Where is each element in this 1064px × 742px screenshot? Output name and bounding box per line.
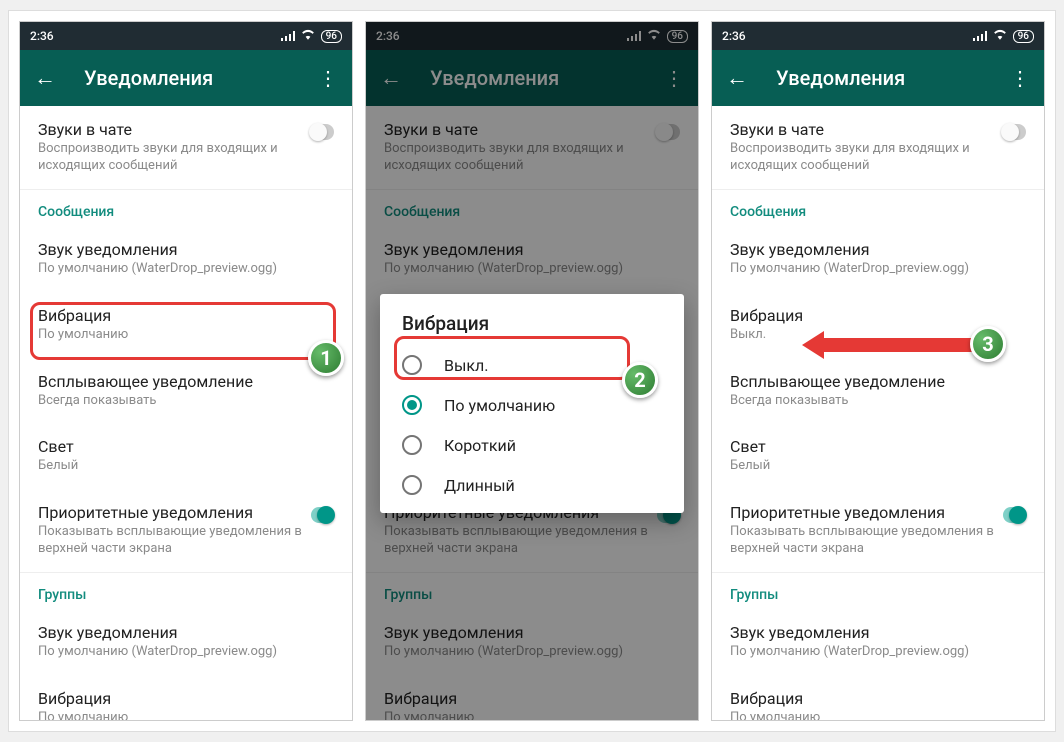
priority-toggle[interactable] [311,507,334,523]
option-default[interactable]: По умолчанию [380,385,684,425]
priority-toggle[interactable] [1003,507,1026,523]
section-messages: Сообщения [712,190,1044,226]
notification-sound-row[interactable]: Звук уведомления По умолчанию (WaterDrop… [20,226,352,292]
screen-2: 2:36 96 ← Уведомления ⋮ Звуки в чате Вос… [365,21,699,721]
status-bar: 2:36 96 [20,22,352,50]
settings-list: Звуки в чате Воспроизводить звуки для вх… [20,106,352,720]
group-sound-row[interactable]: Звук уведомления По умолчанию (WaterDrop… [712,609,1044,675]
signal-icon [281,31,295,41]
chat-sounds-desc: Воспроизводить звуки для входящих и исхо… [38,141,310,175]
back-icon[interactable]: ← [726,65,748,91]
page-title: Уведомления [84,66,290,90]
app-bar: ← Уведомления ⋮ [712,50,1044,106]
notification-sound-row[interactable]: Звук уведомления По умолчанию (WaterDrop… [712,226,1044,292]
dialog-title: Вибрация [380,312,684,345]
page-title: Уведомления [776,66,982,90]
vibration-row[interactable]: Вибрация Выкл. [712,292,1044,358]
chat-sounds-row[interactable]: Звуки в чате Воспроизводить звуки для вх… [20,106,352,189]
screen-3: 2:36 96 ← Уведомления ⋮ Звуки в чате Вос… [711,21,1045,721]
vibration-row[interactable]: Вибрация По умолчанию [20,292,352,358]
option-off[interactable]: Выкл. [380,345,684,385]
section-groups: Группы [712,573,1044,609]
more-icon[interactable]: ⋮ [1010,66,1030,90]
option-long[interactable]: Длинный [380,465,684,505]
screen-1: 2:36 96 ← Уведомления ⋮ Звуки в чате Вос… [19,21,353,721]
popup-notification-row[interactable]: Всплывающее уведомление Всегда показыват… [20,358,352,424]
vibration-value-off: Выкл. [730,327,1026,344]
more-icon[interactable]: ⋮ [318,66,338,90]
status-bar: 2:36 96 [712,22,1044,50]
radio-off[interactable] [402,355,422,375]
radio-short[interactable] [402,435,422,455]
status-time: 2:36 [30,29,54,43]
wifi-icon [993,29,1007,43]
light-row[interactable]: Свет Белый [20,423,352,489]
popup-notification-row[interactable]: Всплывающее уведомление Всегда показыват… [712,358,1044,424]
battery-indicator: 96 [1013,30,1034,43]
section-groups: Группы [20,573,352,609]
priority-row[interactable]: Приоритетные уведомления Показывать вспл… [712,489,1044,572]
light-row[interactable]: Свет Белый [712,423,1044,489]
wifi-icon [301,29,315,43]
tutorial-triptych: 2:36 96 ← Уведомления ⋮ Звуки в чате Вос… [8,10,1056,732]
radio-default[interactable] [402,395,422,415]
chat-sounds-row[interactable]: Звуки в чате Воспроизводить звуки для вх… [712,106,1044,189]
app-bar: ← Уведомления ⋮ [20,50,352,106]
group-sound-row[interactable]: Звук уведомления По умолчанию (WaterDrop… [20,609,352,675]
group-vibration-row[interactable]: Вибрация По умолчанию [20,675,352,720]
group-vibration-row[interactable]: Вибрация По умолчанию [712,675,1044,720]
radio-long[interactable] [402,475,422,495]
back-icon[interactable]: ← [34,65,56,91]
signal-icon [973,31,987,41]
status-time: 2:36 [722,29,746,43]
settings-list: Звуки в чате Воспроизводить звуки для вх… [712,106,1044,720]
chat-sounds-title: Звуки в чате [38,120,310,139]
section-messages: Сообщения [20,190,352,226]
option-short[interactable]: Короткий [380,425,684,465]
chat-sounds-toggle[interactable] [1002,124,1026,140]
chat-sounds-toggle[interactable] [310,124,334,140]
vibration-dialog: Вибрация Выкл. По умолчанию Короткий Дли… [380,294,684,513]
battery-indicator: 96 [321,30,342,43]
priority-row[interactable]: Приоритетные уведомления Показывать вспл… [20,489,352,572]
